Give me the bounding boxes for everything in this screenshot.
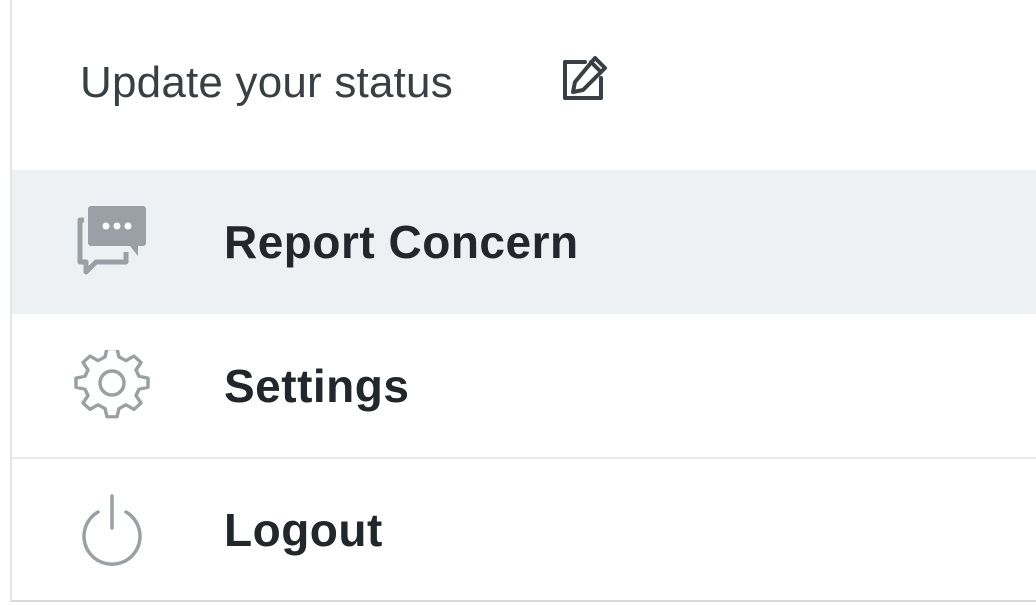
menu-item-settings[interactable]: Settings (12, 314, 1036, 458)
menu-item-label: Report Concern (224, 216, 579, 268)
power-icon (74, 494, 150, 566)
edit-icon[interactable] (555, 52, 611, 108)
menu-item-logout[interactable]: Logout (12, 458, 1036, 602)
menu-item-label: Settings (224, 360, 410, 412)
menu-item-label: Logout (224, 504, 383, 556)
update-status-label[interactable]: Update your status (80, 57, 453, 109)
menu-item-report-concern[interactable]: Report Concern (12, 170, 1036, 314)
update-status-row[interactable]: Update your status (12, 0, 1036, 170)
chat-bubbles-icon (74, 206, 150, 278)
gear-icon (74, 347, 150, 422)
user-dropdown-menu: Update your status Report Concern Settin… (10, 0, 1036, 602)
